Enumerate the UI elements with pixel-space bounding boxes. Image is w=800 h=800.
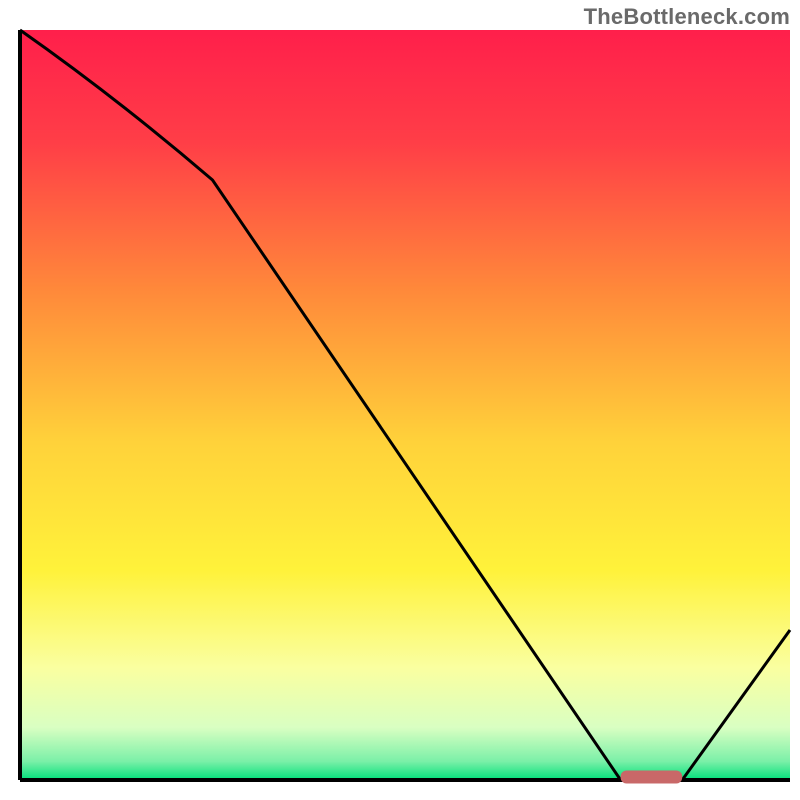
optimal-range-marker [621,771,683,784]
chart-container: TheBottleneck.com [0,0,800,800]
plot-background [20,30,790,780]
watermark-text: TheBottleneck.com [584,4,790,30]
bottleneck-chart [0,0,800,800]
